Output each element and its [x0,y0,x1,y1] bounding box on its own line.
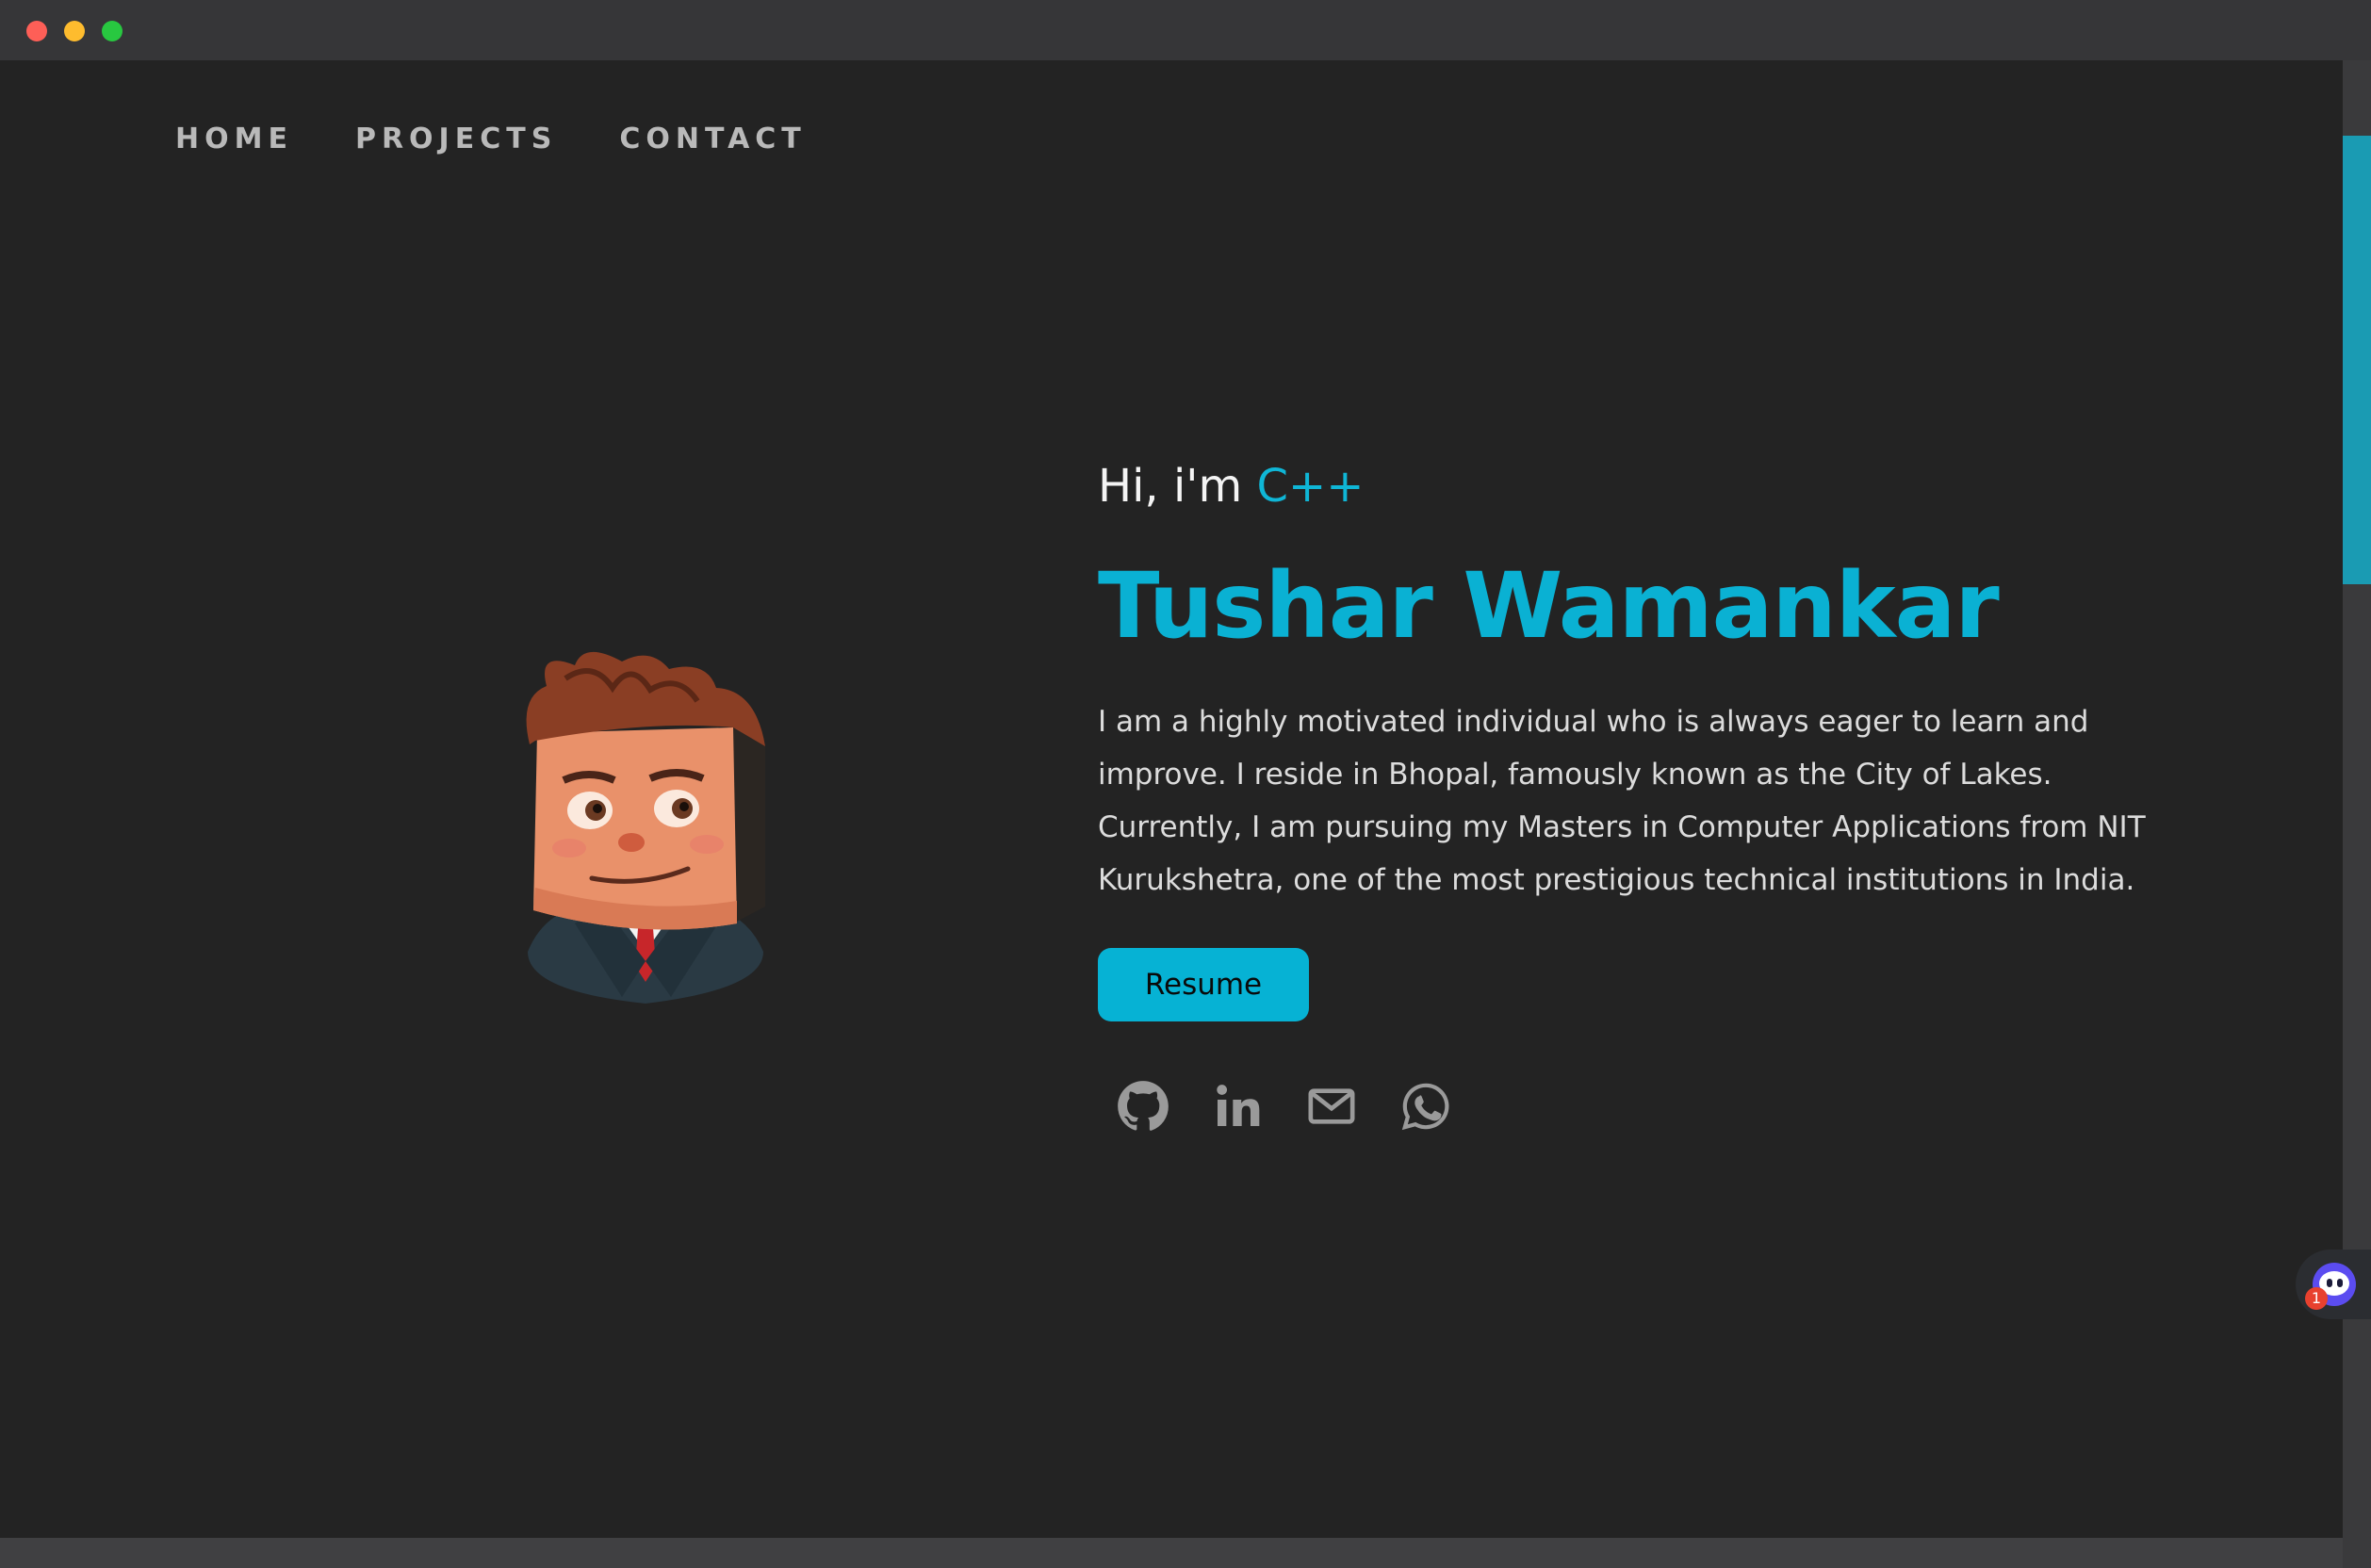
nav-projects-link[interactable]: PROJECTS [355,122,557,155]
vertical-scrollbar[interactable] [2343,60,2371,1568]
hero-bio: I am a highly motivated individual who i… [1098,704,2146,897]
close-window-button[interactable] [26,21,47,41]
social-links [1117,1080,2182,1133]
hero-section: Hi, i'm C++ Tushar Wamankar I am a highl… [1098,460,2182,1133]
hero-name: Tushar Wamankar [1098,552,2000,659]
whatsapp-icon [1401,1083,1449,1131]
linkedin-link[interactable] [1211,1080,1264,1133]
window-titlebar [0,0,2371,60]
horizontal-scrollbar[interactable] [0,1538,2343,1568]
page-viewport: HOME PROJECTS CONTACT Hi, i'm C++ Tushar… [0,60,2343,1538]
whatsapp-link[interactable] [1399,1080,1452,1133]
nav-home-link[interactable]: HOME [175,122,293,155]
avatar-image [526,651,765,1004]
greeting-prefix: Hi, i'm [1098,460,1257,513]
maximize-window-button[interactable] [102,21,123,41]
extension-widget[interactable]: 1 [2296,1250,2371,1319]
greeting-language: C++ [1256,460,1365,513]
resume-button[interactable]: Resume [1098,947,1309,1021]
top-nav: HOME PROJECTS CONTACT [175,122,869,155]
mail-icon [1308,1088,1355,1124]
linkedin-icon [1217,1085,1260,1126]
github-link[interactable] [1117,1080,1169,1133]
minimize-window-button[interactable] [64,21,85,41]
scrollbar-thumb[interactable] [2343,136,2371,584]
mail-link[interactable] [1305,1080,1358,1133]
nav-contact-link[interactable]: CONTACT [619,122,806,155]
notification-badge: 1 [2305,1287,2328,1310]
github-icon [1118,1081,1169,1131]
greeting-text: Hi, i'm C++ [1098,460,2182,514]
